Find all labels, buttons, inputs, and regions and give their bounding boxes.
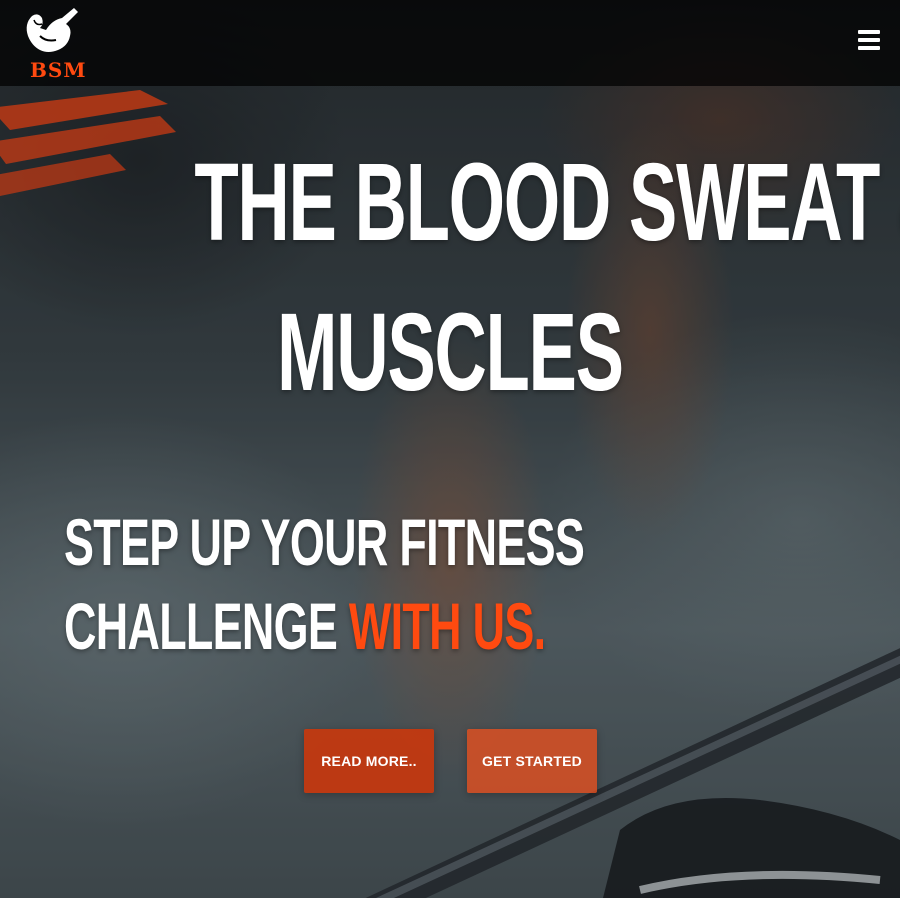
subheadline-line-1: STEP UP YOUR FITNESS xyxy=(64,505,585,579)
menu-line xyxy=(858,30,880,34)
hero-subheadline: STEP UP YOUR FITNESS CHALLENGE WITH US. xyxy=(64,500,829,668)
hero-headline: THE BLOOD SWEAT & MUSCLES xyxy=(0,128,900,428)
menu-line xyxy=(858,38,880,42)
brand-name: BSM xyxy=(30,58,87,82)
subheadline-accent: WITH US. xyxy=(348,589,546,663)
read-more-button[interactable]: READ MORE.. xyxy=(304,729,434,793)
hamburger-menu-icon[interactable] xyxy=(858,30,880,50)
landing-page: BSM THE BLOOD SWEAT & MUSCLES STEP UP YO… xyxy=(0,0,900,898)
top-navbar: BSM xyxy=(0,0,900,86)
subheadline-line-2: CHALLENGE WITH US. xyxy=(64,584,584,668)
headline-line-2: MUSCLES xyxy=(277,291,624,414)
headline-line-1: THE BLOOD SWEAT & xyxy=(194,128,900,278)
brand-logo[interactable]: BSM xyxy=(20,4,98,82)
subheadline-line-2-text: CHALLENGE xyxy=(64,589,349,663)
menu-line xyxy=(858,46,880,50)
get-started-button[interactable]: GET STARTED xyxy=(467,729,597,793)
headline-line-1-text: THE BLOOD SWEAT xyxy=(194,141,898,264)
bodybuilder-flex-icon xyxy=(26,8,79,52)
